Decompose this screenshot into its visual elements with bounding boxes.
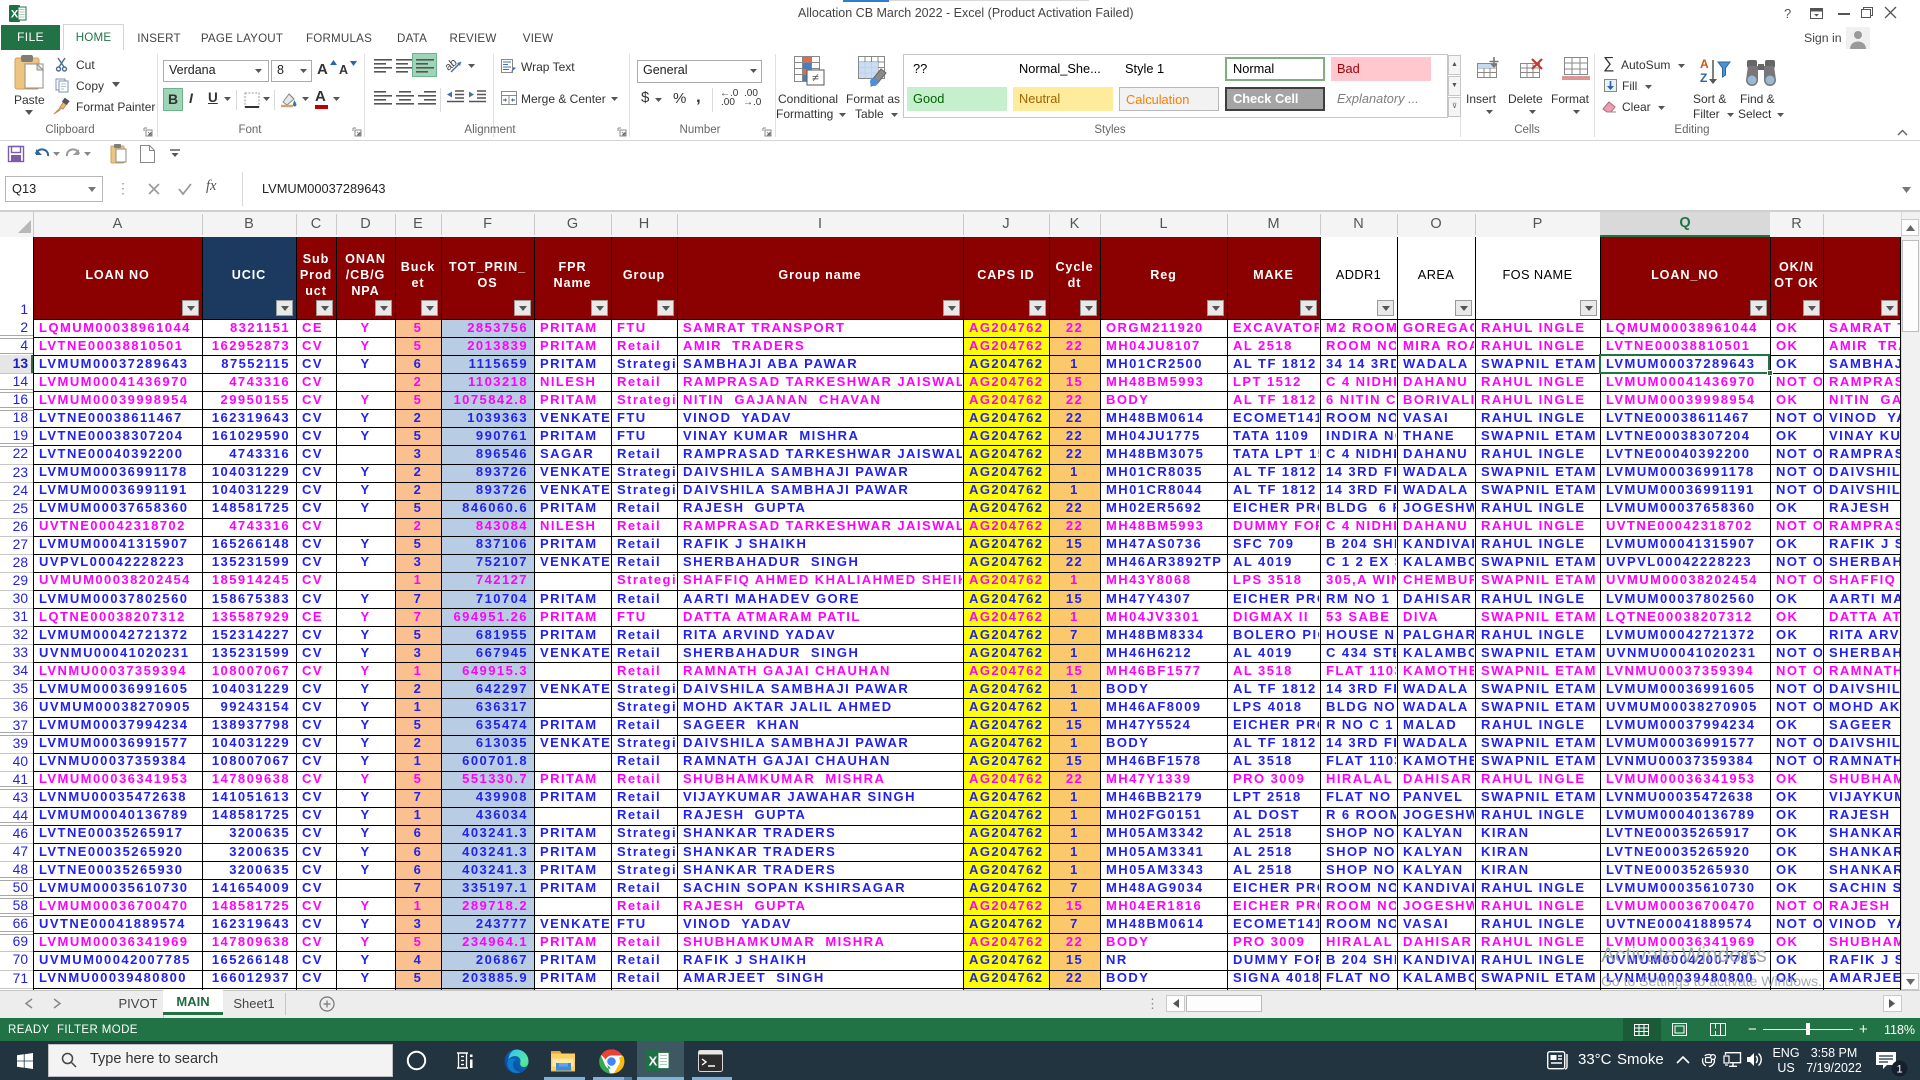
svg-text:1: 1 (1896, 1064, 1902, 1076)
svg-text:Z: Z (1700, 71, 1707, 85)
svg-text:ab: ab (443, 56, 460, 73)
svg-text:A: A (1700, 57, 1709, 71)
svg-text:≠: ≠ (812, 70, 819, 85)
svg-text:X: X (649, 1054, 658, 1069)
svg-text:X: X (11, 9, 19, 21)
